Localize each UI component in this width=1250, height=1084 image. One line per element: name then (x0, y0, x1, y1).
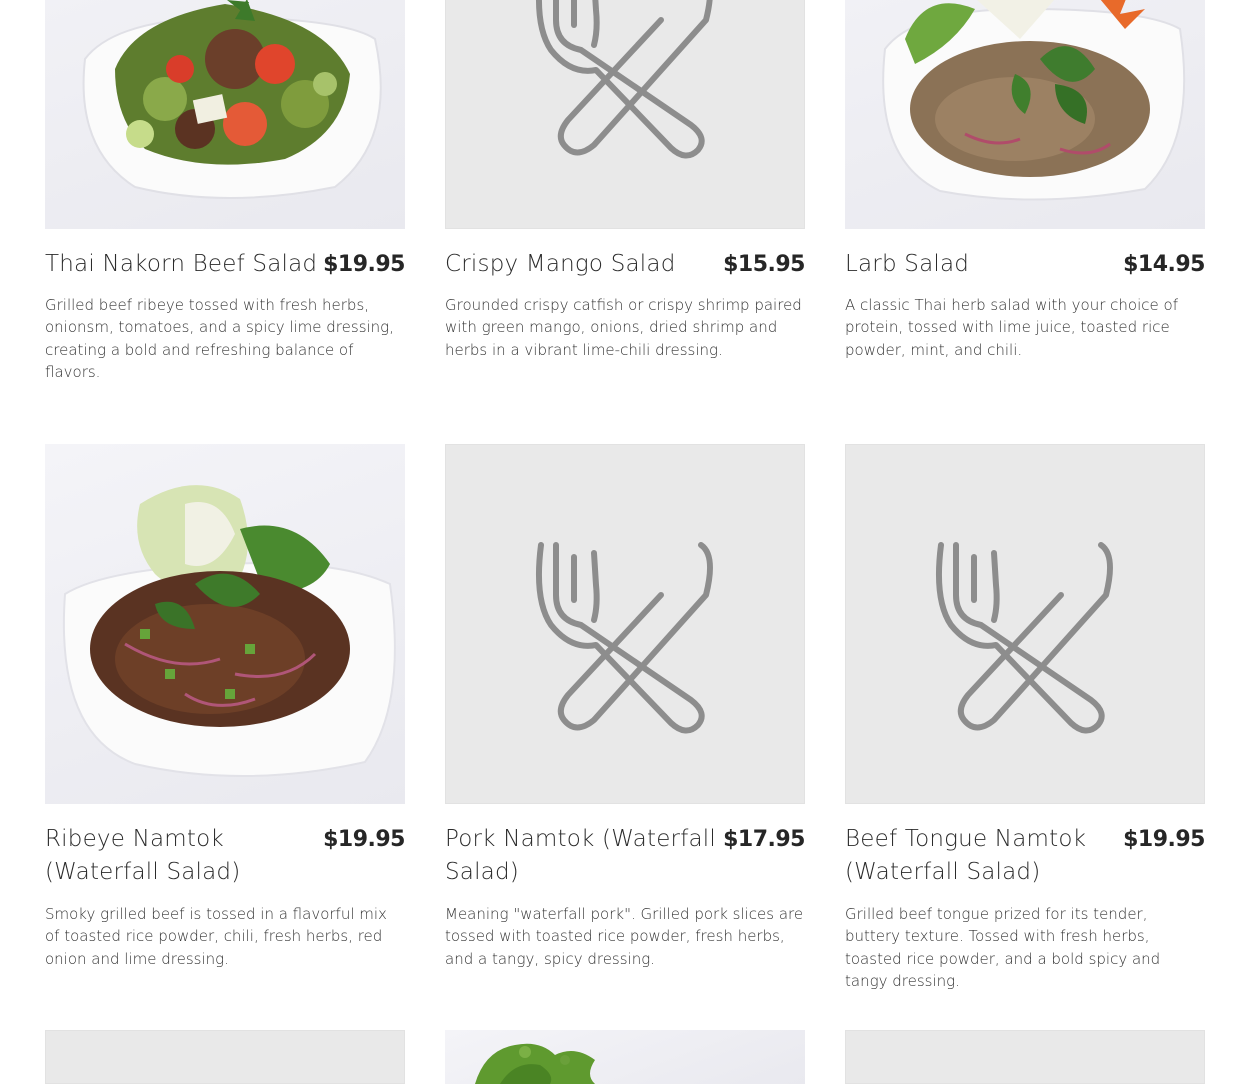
placeholder-image[interactable] (45, 1030, 405, 1084)
menu-item-name[interactable]: Pork Namtok (Waterfall Salad) (445, 823, 723, 889)
menu-item-price: $19.95 (1123, 827, 1205, 852)
menu-item-description: Smoky grilled beef is tossed in a flavor… (45, 905, 387, 968)
menu-item-header: Beef Tongue Namtok (Waterfall Salad) $19… (845, 823, 1205, 889)
herb-garnish-photo (475, 1043, 595, 1084)
menu-item-name[interactable]: Beef Tongue Namtok (Waterfall Salad) (845, 823, 1123, 889)
menu-item-name[interactable]: Thai Nakorn Beef Salad (45, 248, 317, 281)
dish-photo[interactable] (445, 1030, 805, 1084)
dish-photo[interactable] (845, 0, 1205, 229)
menu-item-name[interactable]: Larb Salad (845, 248, 969, 281)
beef-salad-photo (82, 0, 382, 199)
menu-item-description: Grounded crispy catfish or crispy shrimp… (445, 296, 802, 359)
menu-item-price: $15.95 (723, 252, 805, 277)
dish-photo[interactable] (45, 0, 405, 229)
fork-knife-placeholder-icon (535, 542, 713, 734)
menu-item-description: Meaning "waterfall pork". Grilled pork s… (445, 905, 804, 968)
dish-photo-placeholder[interactable] (445, 0, 805, 229)
menu-item-name[interactable]: Ribeye Namtok (Waterfall Salad) (45, 823, 323, 889)
menu-item-header: Pork Namtok (Waterfall Salad) $17.95 (445, 823, 805, 889)
menu-item-price: $17.95 (723, 827, 805, 852)
menu-item-price: $19.95 (323, 827, 405, 852)
dish-photo-placeholder[interactable] (445, 444, 805, 804)
fork-knife-placeholder-icon (935, 542, 1113, 734)
menu-item-name[interactable]: Crispy Mango Salad (445, 248, 676, 281)
menu-item-description: A classic Thai herb salad with your choi… (845, 296, 1178, 359)
fork-knife-placeholder-icon (535, 0, 713, 159)
menu-item-price: $14.95 (1123, 252, 1205, 277)
menu-grid: Thai Nakorn Beef Salad $19.95 Grilled be… (0, 0, 1250, 1084)
menu-item-description: Grilled beef tongue prized for its tende… (845, 905, 1161, 991)
dish-photo-placeholder[interactable] (845, 444, 1205, 804)
menu-item-header: Ribeye Namtok (Waterfall Salad) $19.95 (45, 823, 405, 889)
menu-item-header: Larb Salad $14.95 (845, 248, 1205, 281)
menu-item-description: Grilled beef ribeye tossed with fresh he… (45, 296, 394, 382)
larb-salad-photo (882, 0, 1186, 201)
placeholder-image[interactable] (845, 1030, 1205, 1084)
dish-photo[interactable] (45, 444, 405, 804)
menu-item-price: $19.95 (323, 252, 405, 277)
menu-item-header: Crispy Mango Salad $15.95 (445, 248, 805, 281)
menu-item-header: Thai Nakorn Beef Salad $19.95 (45, 248, 405, 281)
namtok-salad-photo (62, 485, 396, 777)
